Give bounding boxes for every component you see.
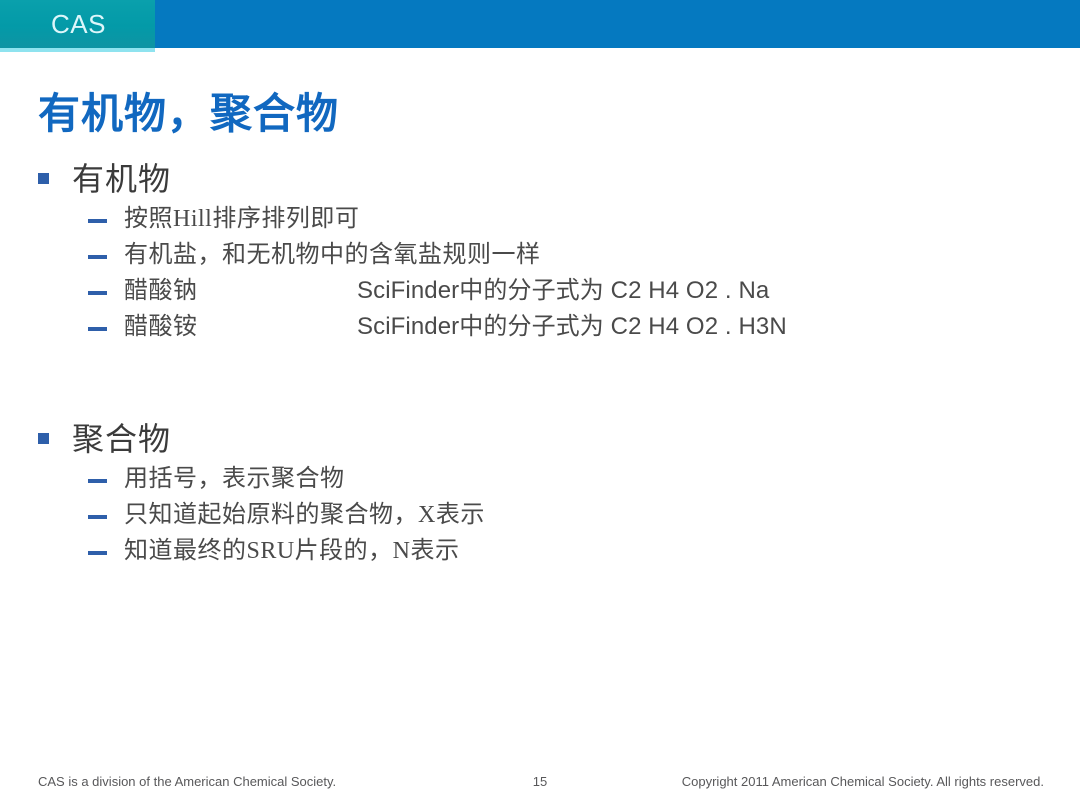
section-heading-polymer: 聚合物 — [0, 418, 1080, 462]
dash-bullet-icon — [88, 219, 107, 223]
header-accent-underline — [0, 48, 155, 52]
list-item-label: 知道最终的SRU片段的，N表示 — [124, 538, 460, 564]
cas-logo: CAS — [51, 9, 106, 39]
footer-copyright: Copyright 2011 American Chemical Society… — [681, 774, 1044, 789]
list-item: 有机盐，和无机物中的含氧盐规则一样 — [0, 238, 1080, 274]
list-item: 只知道起始原料的聚合物，X表示 — [0, 498, 1080, 534]
dash-bullet-icon — [88, 515, 107, 519]
list-item: 醋酸钠 SciFinder中的分子式为 C2 H4 O2 . Na — [0, 274, 1080, 310]
section-heading-label: 聚合物 — [72, 421, 172, 457]
slide-footer: CAS is a division of the American Chemic… — [0, 772, 1080, 796]
page-title: 有机物，聚合物 — [38, 92, 340, 138]
list-item: 醋酸铵 SciFinder中的分子式为 C2 H4 O2 . H3N — [0, 310, 1080, 346]
header-blue-band — [0, 0, 1080, 48]
list-item-label: 醋酸铵 — [124, 314, 198, 340]
section-heading-label: 有机物 — [72, 161, 172, 197]
list-item-formula: SciFinder中的分子式为 C2 H4 O2 . H3N — [357, 313, 787, 340]
list-item-label: 用括号，表示聚合物 — [124, 466, 345, 492]
dash-bullet-icon — [88, 255, 107, 259]
dash-bullet-icon — [88, 291, 107, 295]
list-item-label: 醋酸钠 — [124, 278, 198, 304]
square-bullet-icon — [38, 433, 49, 444]
list-item-formula: SciFinder中的分子式为 C2 H4 O2 . Na — [357, 277, 770, 304]
dash-bullet-icon — [88, 327, 107, 331]
list-item-label: 有机盐，和无机物中的含氧盐规则一样 — [124, 242, 541, 268]
list-item-label: 按照Hill排序排列即可 — [124, 206, 360, 232]
list-item: 知道最终的SRU片段的，N表示 — [0, 534, 1080, 570]
slide-body: 有机物 按照Hill排序排列即可 有机盐，和无机物中的含氧盐规则一样 醋酸钠 S… — [0, 158, 1080, 570]
square-bullet-icon — [38, 173, 49, 184]
list-item: 用括号，表示聚合物 — [0, 462, 1080, 498]
section-heading-organic: 有机物 — [0, 158, 1080, 202]
list-item-label: 只知道起始原料的聚合物，X表示 — [124, 502, 485, 528]
dash-bullet-icon — [88, 479, 107, 483]
list-item: 按照Hill排序排列即可 — [0, 202, 1080, 238]
slide-header: CAS — [0, 0, 1080, 52]
dash-bullet-icon — [88, 551, 107, 555]
